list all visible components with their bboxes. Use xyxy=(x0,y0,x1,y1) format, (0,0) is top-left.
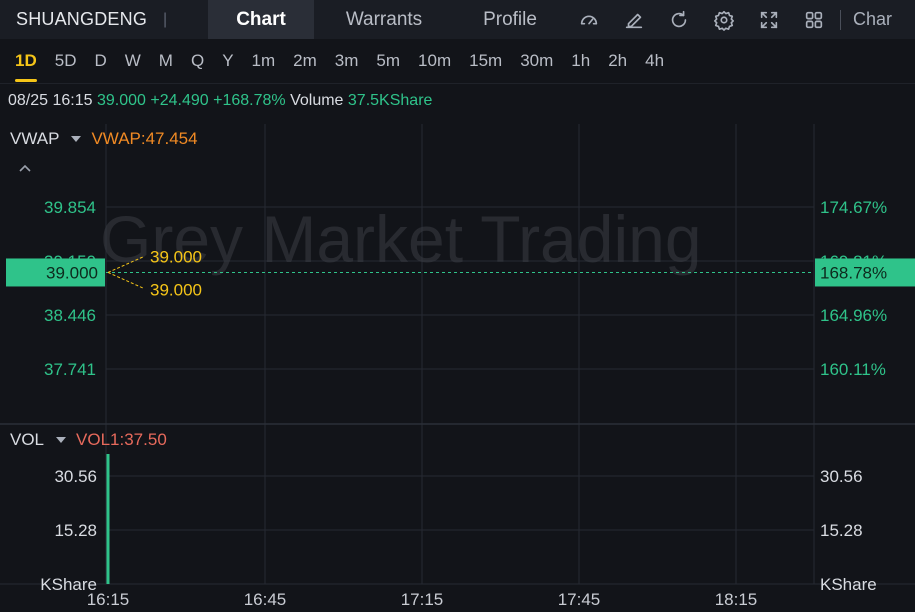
grid-icon[interactable] xyxy=(791,0,836,39)
price-axis-label: 38.446 xyxy=(44,306,96,325)
interval-y[interactable]: Y xyxy=(213,39,242,84)
fullscreen-icon[interactable] xyxy=(746,0,791,39)
interval-10m[interactable]: 10m xyxy=(409,39,460,84)
gear-icon[interactable] xyxy=(701,0,746,39)
divider: | xyxy=(163,10,168,28)
interval-5d[interactable]: 5D xyxy=(46,39,86,84)
volume-bar xyxy=(106,454,110,584)
current-price-tag-label: 39.000 xyxy=(46,263,98,282)
interval-1h[interactable]: 1h xyxy=(562,39,599,84)
vol-indicator-value: VOL1:37.50 xyxy=(76,430,167,449)
volume-axis-label: 30.56 xyxy=(54,467,97,486)
time-axis-label: 16:15 xyxy=(87,590,130,609)
vwap-indicator-value: VWAP:47.454 xyxy=(91,129,198,148)
price-volume-chart[interactable]: Grey Market Trading39.85439.15038.44637.… xyxy=(0,124,915,612)
refresh-icon[interactable] xyxy=(656,0,701,39)
vol-indicator-header[interactable]: VOL VOL1:37.50 xyxy=(10,430,167,450)
tab-warrants[interactable]: Warrants xyxy=(314,0,454,39)
current-pct-tag-label: 168.78% xyxy=(820,263,887,282)
interval-q[interactable]: Q xyxy=(182,39,213,84)
top-navigation: SHUANGDENG | Chart Warrants Profile Char xyxy=(0,0,915,39)
interval-15m[interactable]: 15m xyxy=(460,39,511,84)
interval-2h[interactable]: 2h xyxy=(599,39,636,84)
ticker-symbol[interactable]: SHUANGDENG | xyxy=(0,9,208,30)
volume-axis-label-right: 30.56 xyxy=(820,467,863,486)
time-axis-label: 18:15 xyxy=(715,590,758,609)
gauge-icon[interactable] xyxy=(566,0,611,39)
quote-change-pct: +168.78% xyxy=(213,92,286,109)
interval-1m[interactable]: 1m xyxy=(243,39,285,84)
pencil-icon[interactable] xyxy=(611,0,656,39)
interval-5m[interactable]: 5m xyxy=(367,39,409,84)
vwap-indicator-name: VWAP xyxy=(10,129,60,148)
quote-change: +24.490 xyxy=(150,92,209,109)
interval-m[interactable]: M xyxy=(150,39,182,84)
volume-axis-label-right: KShare xyxy=(820,575,877,594)
quote-datetime: 08/25 16:15 xyxy=(8,92,93,109)
dropdown-caret-icon[interactable] xyxy=(71,136,82,142)
price-axis-label: 39.854 xyxy=(44,198,96,217)
tab-profile[interactable]: Profile xyxy=(454,0,566,39)
collapse-chevron-icon[interactable] xyxy=(18,162,32,176)
pct-axis-label: 164.96% xyxy=(820,306,887,325)
dropdown-caret-icon[interactable] xyxy=(56,437,67,443)
pct-axis-label: 174.67% xyxy=(820,198,887,217)
time-axis-label: 17:15 xyxy=(401,590,444,609)
quote-volume-label: Volume xyxy=(290,92,344,109)
vol-indicator-name: VOL xyxy=(10,430,45,449)
interval-d[interactable]: D xyxy=(85,39,115,84)
vwap-indicator-header[interactable]: VWAP VWAP:47.454 xyxy=(10,129,198,149)
volume-axis-label-right: 15.28 xyxy=(820,521,863,540)
overflow-tab[interactable]: Char xyxy=(841,9,892,30)
high-annotation: 39.000 xyxy=(150,247,202,266)
interval-2m[interactable]: 2m xyxy=(284,39,326,84)
quote-price: 39.000 xyxy=(96,92,146,109)
interval-3m[interactable]: 3m xyxy=(326,39,368,84)
ticker-label: SHUANGDENG xyxy=(16,9,148,29)
volume-axis-label: 15.28 xyxy=(54,521,97,540)
interval-30m[interactable]: 30m xyxy=(511,39,562,84)
interval-selector: 1D 5D D W M Q Y 1m 2m 3m 5m 10m 15m 30m 1h 2h 4h xyxy=(0,39,915,84)
pct-axis-label: 160.11% xyxy=(820,360,886,379)
tab-chart[interactable]: Chart xyxy=(208,0,314,39)
time-axis-label: 16:45 xyxy=(244,590,287,609)
time-axis-label: 17:45 xyxy=(558,590,601,609)
interval-w[interactable]: W xyxy=(116,39,150,84)
interval-1d[interactable]: 1D xyxy=(6,39,46,84)
interval-4h[interactable]: 4h xyxy=(636,39,673,84)
quote-summary: 08/25 16:15 39.000 +24.490 +168.78% Volu… xyxy=(8,92,432,110)
chart-area[interactable]: Grey Market Trading39.85439.15038.44637.… xyxy=(0,124,915,612)
quote-volume-value: 37.5KShare xyxy=(347,92,433,109)
price-axis-label: 37.741 xyxy=(44,360,96,379)
low-annotation: 39.000 xyxy=(150,280,202,299)
